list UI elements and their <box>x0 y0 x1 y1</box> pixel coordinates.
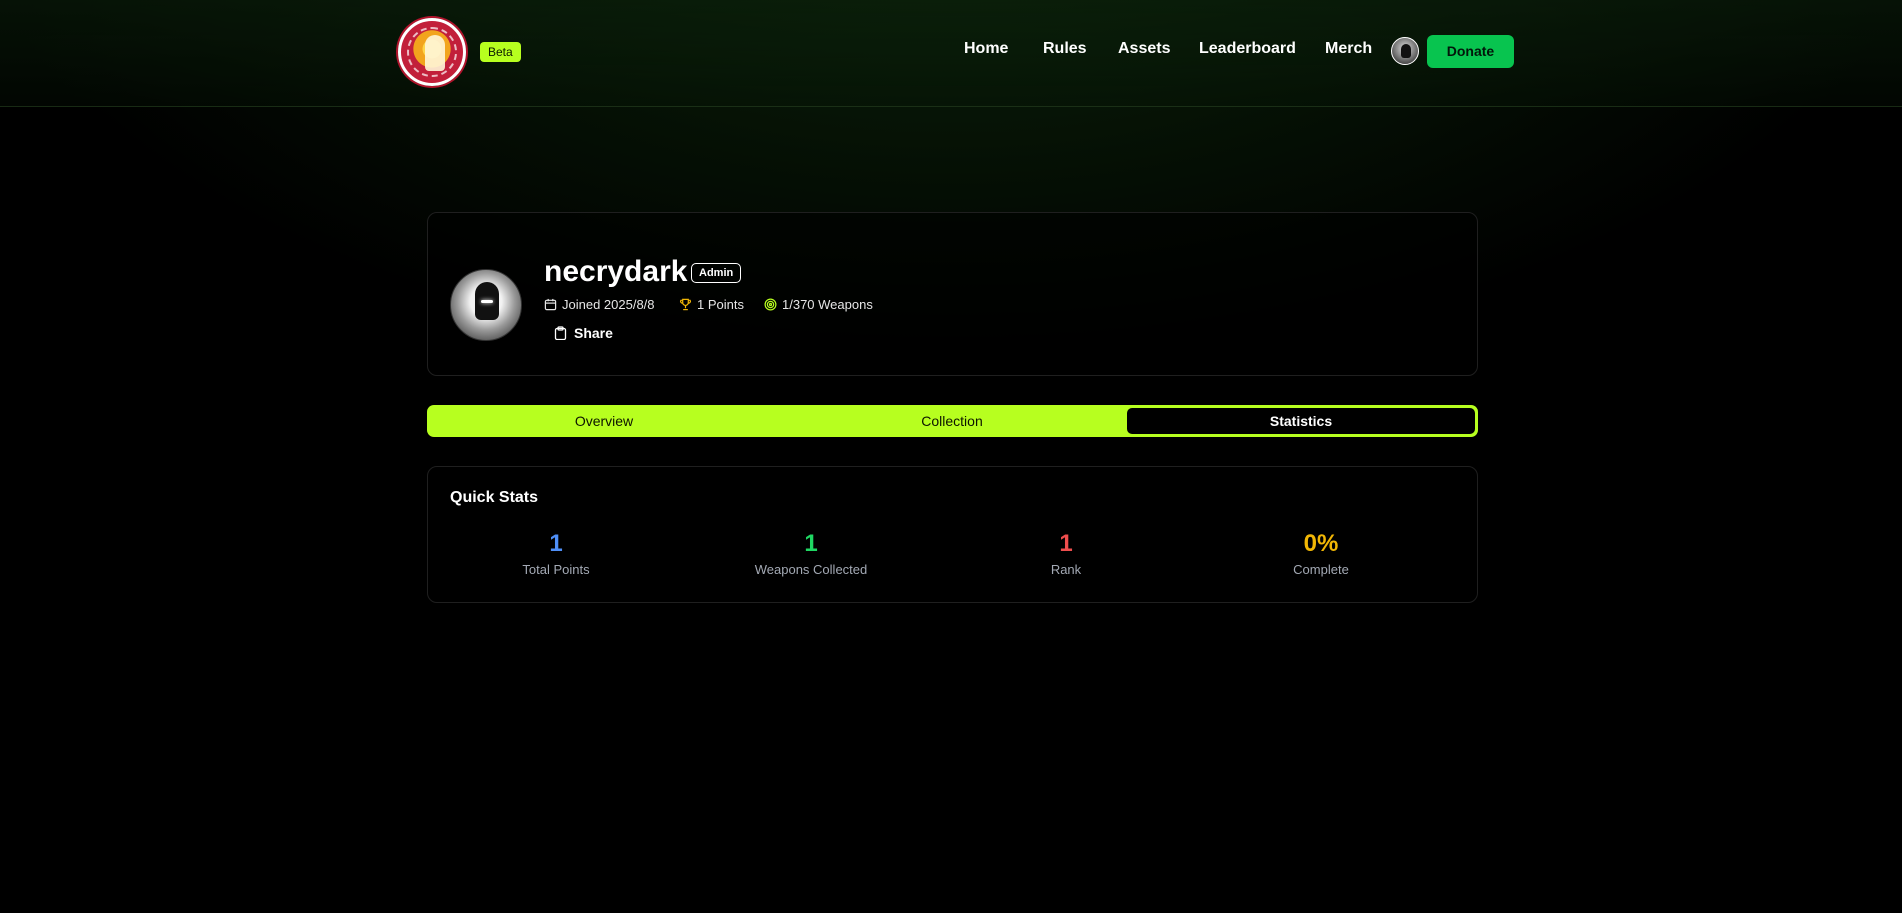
share-label: Share <box>574 325 613 341</box>
tab-overview[interactable]: Overview <box>430 408 778 434</box>
stat-rank: 1 Rank <box>956 530 1176 577</box>
weapons-text: 1/370 Weapons <box>782 297 873 312</box>
points-text: 1 Points <box>697 297 744 312</box>
site-header: Beta Home Rules Assets Leaderboard Merch… <box>0 0 1902 107</box>
stat-label: Total Points <box>522 562 590 577</box>
trophy-icon <box>680 298 691 311</box>
stat-value: 1 <box>549 530 563 557</box>
points-meta: 1 Points <box>679 297 744 312</box>
share-button[interactable]: Share <box>554 325 613 341</box>
nav-home[interactable]: Home <box>964 40 1008 58</box>
quick-stats-title: Quick Stats <box>450 489 539 506</box>
joined-date: Joined 2025/8/8 <box>544 297 655 312</box>
stat-label: Rank <box>1050 562 1082 577</box>
stat-weapons-collected: 1 Weapons Collected <box>701 530 921 577</box>
tab-collection[interactable]: Collection <box>778 408 1126 434</box>
target-icon <box>764 298 777 311</box>
community-logo[interactable] <box>398 18 466 86</box>
tab-statistics[interactable]: Statistics <box>1127 408 1475 434</box>
stat-total-points: 1 Total Points <box>446 530 666 577</box>
username: necrydark <box>544 255 688 288</box>
clipboard-icon <box>554 326 567 340</box>
profile-card: necrydark Admin Joined 2025/8/8 1 Points… <box>427 212 1478 376</box>
stat-complete: 0% Complete <box>1211 530 1431 577</box>
donate-button[interactable]: Donate <box>1427 35 1514 68</box>
nav-rules[interactable]: Rules <box>1043 40 1087 58</box>
joined-text: Joined 2025/8/8 <box>562 297 655 312</box>
user-avatar[interactable] <box>1391 37 1419 65</box>
admin-badge: Admin <box>691 263 742 283</box>
stat-label: Complete <box>1293 562 1349 577</box>
stat-value: 1 <box>1059 530 1073 557</box>
profile-tabs: Overview Collection Statistics <box>427 405 1478 437</box>
stat-label: Weapons Collected <box>754 562 868 577</box>
nav-merch[interactable]: Merch <box>1325 40 1372 58</box>
nav-leaderboard[interactable]: Leaderboard <box>1199 40 1296 58</box>
profile-avatar <box>450 269 522 341</box>
stat-value: 1 <box>804 530 818 557</box>
calendar-icon <box>544 298 557 311</box>
weapons-meta: 1/370 Weapons <box>764 297 873 312</box>
beta-badge: Beta <box>480 42 521 62</box>
stat-value: 0% <box>1303 530 1339 557</box>
nav-assets[interactable]: Assets <box>1118 40 1170 58</box>
quick-stats-card: Quick Stats 1 Total Points 1 Weapons Col… <box>427 466 1478 603</box>
